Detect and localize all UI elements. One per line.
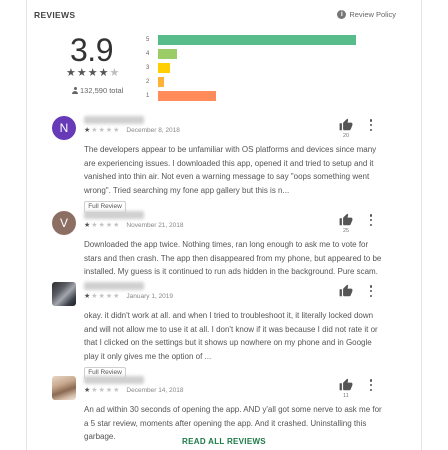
review-policy-link[interactable]: i Review Policy: [337, 10, 396, 19]
dot: [369, 383, 373, 387]
ratings-total-label: 132,590 total: [80, 86, 124, 95]
star-empty-icon: ★: [98, 222, 105, 229]
dot: [369, 379, 373, 382]
star-empty-icon: ★: [98, 387, 105, 394]
histogram-row-5: 5: [146, 34, 356, 45]
histogram-bar: [158, 34, 356, 45]
average-rating-stars: ★ ★ ★ ★ ★: [66, 68, 119, 79]
reviewer-name-redacted: [84, 376, 144, 384]
histogram-row-1: 1: [146, 90, 216, 101]
thumbs-up-icon[interactable]: [339, 378, 353, 392]
helpful-count: 25: [342, 228, 350, 234]
reviews-title: REVIEWS: [34, 10, 76, 20]
review-date: November 21, 2018: [126, 222, 184, 229]
review-date: December 14, 2018: [126, 387, 184, 394]
histogram-row-2: 2: [146, 76, 164, 87]
more-options-icon[interactable]: [369, 119, 373, 131]
star-empty-icon: ★: [91, 222, 98, 229]
review-meta: ★ ★ ★ ★ ★ December 8, 2018: [84, 127, 180, 134]
star-filled-icon: ★: [84, 387, 91, 394]
helpful-count: 20: [342, 133, 350, 139]
star-empty-icon: ★: [113, 222, 120, 229]
avatar-letter: V: [59, 216, 68, 230]
star-filled-icon: ★: [84, 293, 91, 300]
review-date: January 1, 2019: [126, 293, 174, 300]
thumbs-up-icon[interactable]: [339, 284, 353, 298]
average-rating: 3.9: [70, 32, 113, 68]
dot: [369, 214, 373, 217]
star-empty-icon: ★: [91, 127, 98, 134]
thumbs-up-icon[interactable]: [339, 213, 353, 227]
helpful-count: 11: [343, 393, 349, 399]
star-empty-icon: ★: [91, 387, 98, 394]
histogram-bar: [158, 48, 177, 59]
star-filled-icon: ★: [98, 67, 109, 79]
review-text: okay. it didn't work at all. and when I …: [84, 311, 378, 361]
person-icon: [72, 87, 78, 94]
dot: [369, 123, 373, 127]
reviewer-name-redacted: [84, 211, 144, 219]
histogram-label: 5: [146, 36, 150, 43]
dot: [369, 285, 373, 288]
star-filled-icon: ★: [66, 67, 76, 79]
star-empty-icon: ★: [98, 293, 105, 300]
read-all-reviews-button[interactable]: READ ALL REVIEWS: [0, 437, 448, 446]
star-empty-icon: ★: [105, 222, 113, 229]
reviewer-avatar: [52, 282, 76, 306]
histogram-row-3: 3: [146, 62, 170, 73]
reviewer-name-redacted: [84, 282, 144, 290]
reviewer-name-redacted: [84, 116, 144, 124]
histogram-label: 4: [146, 50, 150, 57]
star-empty-icon: ★: [105, 387, 113, 394]
more-options-icon[interactable]: [369, 214, 373, 226]
histogram-bar: [158, 76, 164, 87]
histogram-bar: [158, 90, 216, 101]
more-options-icon[interactable]: [369, 285, 373, 297]
star-filled-icon: ★: [76, 67, 87, 79]
star-empty-icon: ★: [113, 127, 120, 134]
dot: [369, 119, 373, 122]
dot: [369, 128, 373, 131]
reviews-header: REVIEWS i Review Policy: [34, 9, 396, 23]
histogram-label: 3: [146, 64, 150, 71]
histogram-label: 1: [146, 92, 150, 99]
review-meta: ★ ★ ★ ★ ★ December 14, 2018: [84, 387, 184, 394]
star-filled-icon: ★: [87, 67, 98, 79]
star-empty-icon: ★: [98, 127, 105, 134]
info-icon: i: [337, 10, 347, 19]
avatar-letter: N: [59, 121, 69, 135]
review-meta: ★ ★ ★ ★ ★ January 1, 2019: [84, 293, 173, 300]
reviewer-avatar: N: [52, 116, 76, 140]
histogram-bar: [158, 62, 170, 73]
review-policy-label: Review Policy: [349, 10, 396, 19]
dot: [369, 388, 373, 391]
review-meta: ★ ★ ★ ★ ★ November 21, 2018: [84, 222, 184, 229]
review-text: The developers appear to be unfamiliar w…: [84, 145, 377, 195]
dot: [369, 289, 373, 293]
star-empty-icon: ★: [113, 387, 120, 394]
review-text: Downloaded the app twice. Nothing times,…: [84, 240, 382, 276]
dot: [369, 294, 373, 297]
more-options-icon[interactable]: [369, 379, 373, 391]
reviewer-avatar: V: [52, 211, 76, 235]
star-empty-icon: ★: [105, 127, 113, 134]
star-filled-icon: ★: [84, 127, 91, 134]
dot: [369, 218, 373, 222]
star-empty-icon: ★: [109, 67, 120, 79]
star-empty-icon: ★: [105, 293, 113, 300]
star-filled-icon: ★: [84, 222, 91, 229]
star-empty-icon: ★: [91, 293, 98, 300]
review-date: December 8, 2018: [126, 127, 180, 134]
star-empty-icon: ★: [113, 293, 120, 300]
histogram-label: 2: [146, 78, 150, 85]
thumbs-up-icon[interactable]: [339, 118, 353, 132]
histogram-row-4: 4: [146, 48, 177, 59]
ratings-total: 132,590 total: [72, 86, 123, 95]
dot: [369, 223, 373, 226]
reviewer-avatar: [52, 376, 76, 400]
